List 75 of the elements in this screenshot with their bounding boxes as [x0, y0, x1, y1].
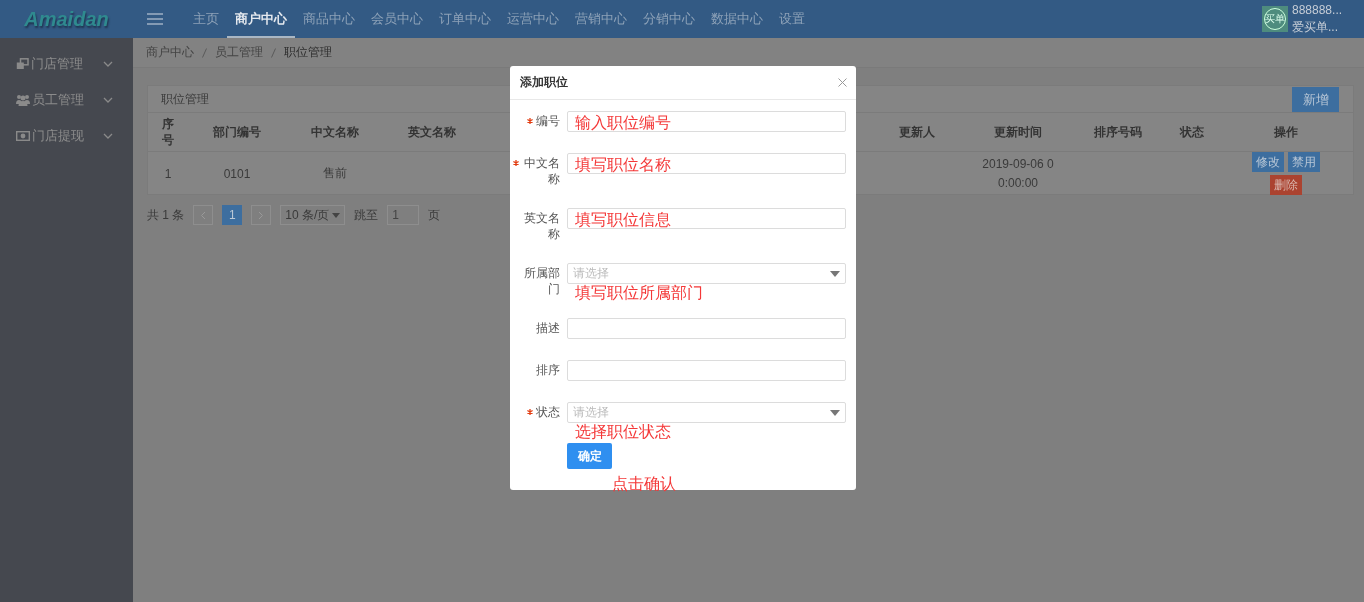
caret-down-icon: [830, 270, 840, 277]
sidebar-item[interactable]: 员工管理: [0, 82, 133, 118]
annotation-text: 输入职位编号: [575, 114, 671, 132]
close-icon[interactable]: [838, 78, 847, 87]
add-button[interactable]: 新增: [1292, 87, 1339, 112]
users-icon: [16, 94, 30, 106]
nav-tab[interactable]: 分销中心: [635, 0, 703, 38]
column-header: 部门编号: [212, 123, 262, 141]
breadcrumb-separator: [202, 47, 207, 58]
page-suffix: 页: [428, 206, 441, 224]
breadcrumb-link[interactable]: 职位管理: [284, 44, 332, 61]
nav-tab[interactable]: 主页: [185, 0, 227, 38]
annotation-text: 填写职位名称: [575, 156, 671, 174]
field-label: 英文名称: [523, 210, 560, 242]
avatar-logo[interactable]: 买单: [1262, 6, 1288, 32]
caret-down-icon: [830, 409, 840, 416]
field-label: 编号: [536, 113, 560, 129]
table-cell-text: 1: [163, 166, 173, 181]
user-name: 爱买单...: [1292, 19, 1339, 36]
chevron-left-icon: [200, 210, 207, 220]
column-header: 更新时间: [993, 123, 1043, 141]
column-header: 英文名称: [407, 123, 457, 141]
page-button[interactable]: 1: [222, 205, 243, 225]
nav-tab[interactable]: 运营中心: [499, 0, 567, 38]
nav-tab[interactable]: 数据中心: [703, 0, 771, 38]
nav-tab[interactable]: 营销中心: [567, 0, 635, 38]
annotation-text: 点击确认: [612, 474, 676, 494]
column-header: 状态: [1178, 123, 1205, 141]
chevron-right-icon: [258, 210, 265, 220]
breadcrumb-separator: [271, 47, 276, 58]
column-header: 中文名称: [309, 123, 360, 141]
field-label: 排序: [536, 362, 560, 378]
column-header: 排序号码: [1092, 123, 1143, 141]
input-field[interactable]: [567, 111, 846, 132]
windows-icon: [16, 58, 29, 70]
user-id: 888888...: [1292, 2, 1343, 19]
annotation-text: 填写职位信息: [575, 211, 671, 229]
action-button[interactable]: 删除: [1270, 175, 1302, 195]
money-icon: [16, 131, 30, 141]
select-field[interactable]: 请选择: [567, 263, 846, 284]
caret-down-icon: [332, 212, 341, 218]
nav-tab[interactable]: 订单中心: [431, 0, 499, 38]
table-cell-text: 2019-09-06 00:00:00: [981, 155, 1055, 192]
input-field[interactable]: [567, 153, 846, 174]
field-label: 状态: [536, 404, 560, 420]
page-size-select[interactable]: 10 条/页: [280, 205, 346, 225]
action-button[interactable]: 禁用: [1288, 152, 1320, 172]
input-field[interactable]: [567, 208, 846, 229]
field-label: 描述: [536, 320, 560, 336]
annotation-text: 选择职位状态: [575, 423, 671, 441]
nav-tab[interactable]: 会员中心: [363, 0, 431, 38]
column-header: 操作: [1273, 123, 1299, 141]
table-cell-text: 0101: [222, 166, 252, 181]
total-count: 共 1 条: [147, 206, 185, 224]
column-header: 更新人: [898, 123, 936, 141]
panel-title: 职位管理: [161, 90, 209, 108]
dialog-title: 添加职位: [520, 74, 568, 91]
field-label: 中文名称: [523, 155, 560, 187]
nav-tab[interactable]: 设置: [771, 0, 813, 38]
annotation-text: 填写职位所属部门: [575, 284, 703, 302]
action-button[interactable]: 修改: [1252, 152, 1284, 172]
input-field[interactable]: [567, 360, 846, 381]
breadcrumb-link[interactable]: 商户中心: [146, 44, 194, 61]
field-label: 所属部门: [523, 265, 560, 297]
column-header: 序号: [161, 116, 175, 148]
select-field[interactable]: 请选择: [567, 402, 846, 423]
nav-tab[interactable]: 商品中心: [295, 0, 363, 38]
sidebar-item[interactable]: 门店提现: [0, 118, 133, 154]
jump-label: 跳至: [354, 206, 379, 224]
sidebar-item[interactable]: 门店管理: [0, 46, 133, 82]
menu-icon[interactable]: [147, 13, 163, 25]
input-field[interactable]: [567, 318, 846, 339]
table-cell-text: 售前: [321, 165, 348, 182]
jump-page-field[interactable]: 1: [387, 205, 420, 225]
confirm-button[interactable]: 确定: [567, 443, 612, 469]
